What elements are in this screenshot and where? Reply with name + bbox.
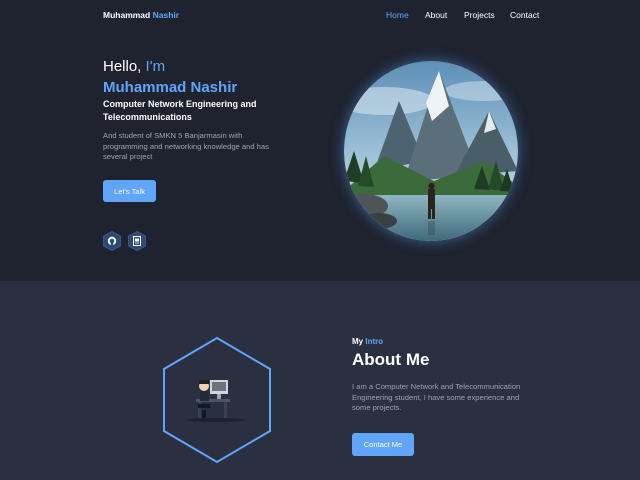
about-subtitle: My Intro (352, 337, 383, 346)
nav-link-home[interactable]: Home (386, 10, 409, 20)
brand-logo[interactable]: Muhammad Nashir (103, 10, 179, 20)
hero-name: Muhammad Nashir (103, 79, 238, 96)
lets-talk-button[interactable]: Let's Talk (103, 180, 156, 202)
developer-at-desk-image (163, 336, 271, 464)
github-icon (103, 231, 121, 251)
nav-link-projects[interactable]: Projects (464, 10, 495, 20)
github-link[interactable] (103, 231, 121, 251)
brand-second: Nashir (152, 10, 180, 20)
hero-role: Computer Network Engineering and Telecom… (103, 99, 257, 122)
subtitle-accent: Intro (365, 337, 384, 346)
mountain-landscape-image (344, 61, 518, 241)
hero-portrait (344, 61, 518, 241)
document-icon (128, 231, 146, 251)
subtitle-first: My (352, 337, 364, 346)
contact-me-button[interactable]: Contact Me (352, 433, 414, 456)
greeting-text: Hello, (103, 58, 142, 75)
about-title: About Me (352, 350, 430, 369)
nav-link-about[interactable]: About (425, 10, 447, 20)
hero-section (0, 0, 640, 281)
about-section (0, 281, 640, 480)
brand-first: Muhammad (103, 10, 151, 20)
resume-link[interactable] (128, 231, 146, 251)
hero-description: And student of SMKN 5 Banjarmasin with p… (103, 131, 269, 162)
nav-link-contact[interactable]: Contact (510, 10, 539, 20)
hero-greeting: Hello, I'm (103, 58, 165, 75)
greeting-accent: I'm (145, 58, 166, 75)
about-description: I am a Computer Network and Telecommunic… (352, 382, 521, 413)
about-hexagon-illustration (162, 336, 272, 464)
